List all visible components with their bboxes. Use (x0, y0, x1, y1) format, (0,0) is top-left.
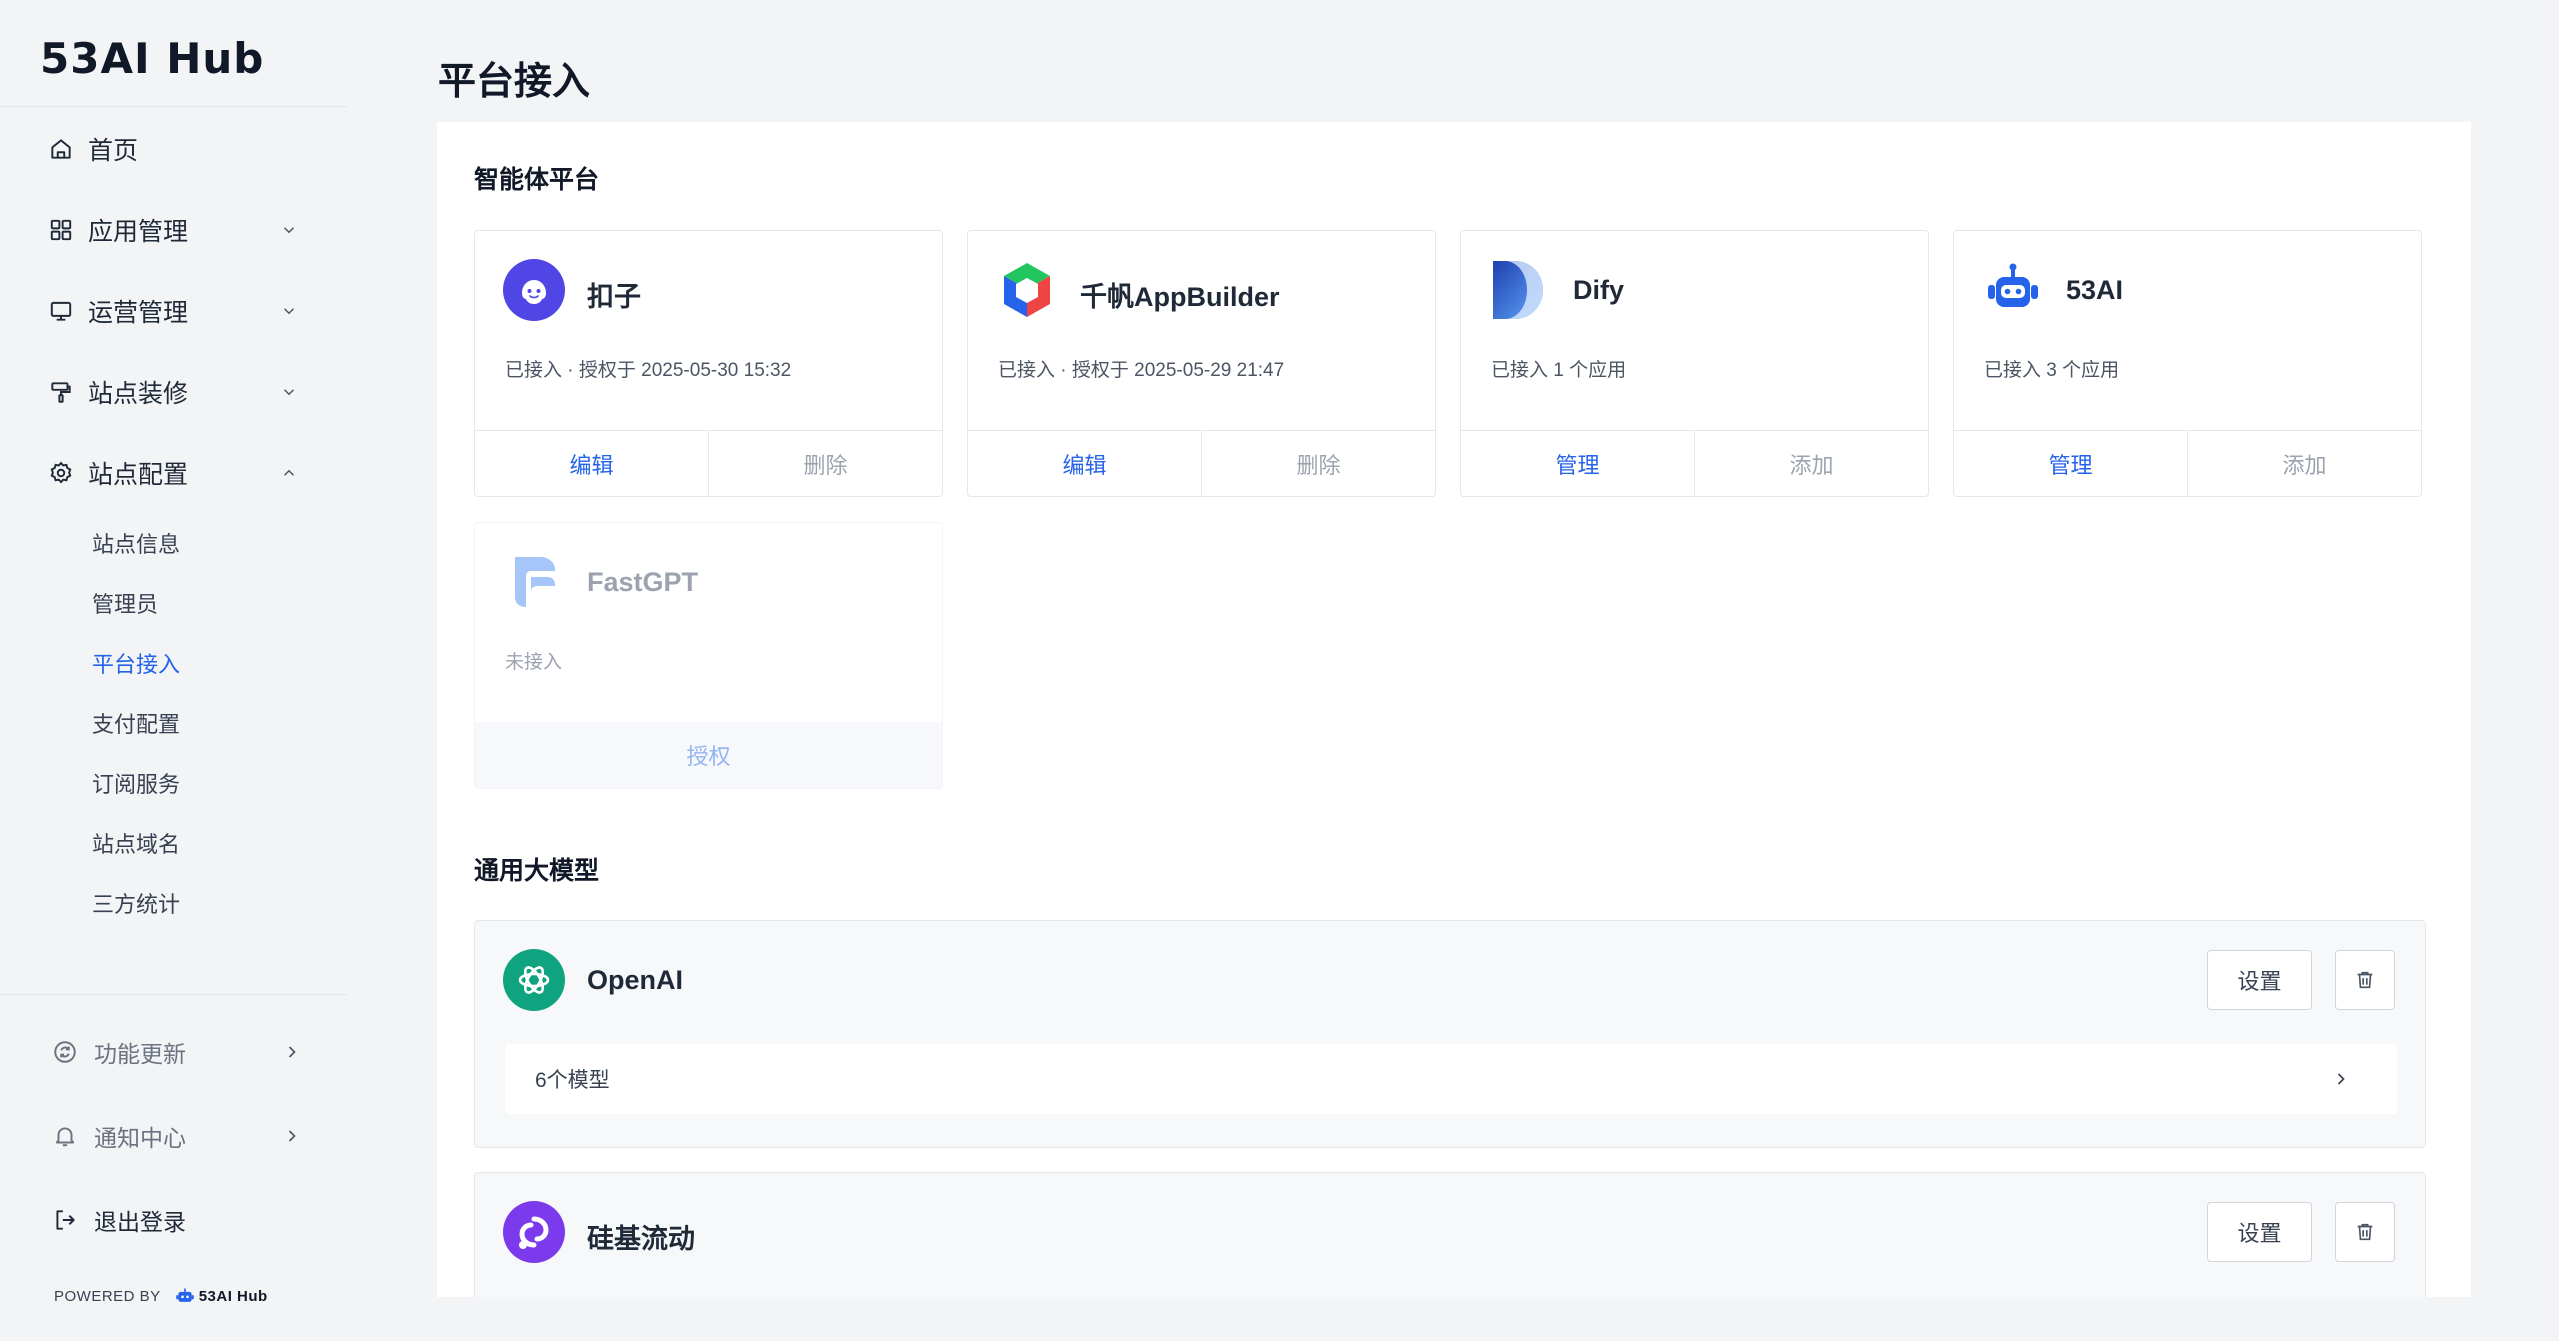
card-actions: 编辑 删除 (475, 430, 942, 496)
authorize-button[interactable]: 授权 (475, 722, 942, 788)
sidebar-item-updates[interactable]: 功能更新 (52, 1027, 302, 1077)
delete-button[interactable] (2335, 950, 2395, 1010)
sidebar-subitem-platform-access[interactable]: 平台接入 (92, 643, 180, 683)
sidebar-item-site-decoration[interactable]: 站点装修 (48, 367, 298, 417)
platform-name: 扣子 (587, 282, 641, 312)
chevron-down-icon (283, 389, 295, 396)
sidebar-item-notifications[interactable]: 通知中心 (52, 1111, 302, 1161)
sidebar: 53AI Hub 首页 应用管理 运营管理 站点装修 站点配置 站点信息 管理员… (0, 0, 348, 1341)
bell-icon (55, 1127, 75, 1147)
brand-logo[interactable]: 53AI Hub (40, 34, 264, 83)
platform-name: 53AI (2066, 275, 2124, 305)
platform-status: 已接入 3 个应用 (1984, 360, 2120, 381)
section-title-general-models: 通用大模型 (474, 857, 600, 885)
dify-logo-icon (1493, 261, 1543, 319)
platform-name: 千帆AppBuilder (1080, 282, 1280, 312)
chevron-down-icon (283, 308, 295, 315)
card-actions: 管理 添加 (1954, 430, 2421, 496)
models-count: 6个模型 (535, 1069, 610, 1092)
platform-card-fastgpt: FastGPT 未接入 授权 (474, 522, 943, 789)
delete-button[interactable]: 删除 (708, 431, 942, 496)
platform-card-coze: 扣子 已接入 · 授权于 2025-05-30 15:32 编辑 删除 (474, 230, 943, 497)
robot-icon (175, 1288, 194, 1302)
sidebar-item-label: 运营管理 (88, 299, 189, 327)
paint-roller-icon (51, 382, 71, 403)
powered-by: POWERED BY 53AI Hub (54, 1286, 268, 1306)
grid-icon (50, 219, 72, 241)
section-title-agent-platforms: 智能体平台 (474, 166, 600, 194)
sidebar-item-label: 通知中心 (94, 1125, 186, 1151)
openai-logo-icon (503, 949, 565, 1011)
sidebar-divider (0, 994, 348, 995)
add-button[interactable]: 添加 (1694, 431, 1928, 496)
update-icon (54, 1041, 76, 1063)
gear-icon (50, 461, 72, 484)
platform-status: 已接入 · 授权于 2025-05-30 15:32 (505, 360, 792, 381)
provider-name: 硅基流动 (587, 1224, 695, 1254)
sidebar-item-label: 应用管理 (88, 218, 189, 246)
robot-logo-icon (1988, 263, 2038, 307)
platform-status: 已接入 1 个应用 (1491, 360, 1627, 381)
delete-button[interactable]: 删除 (1201, 431, 1435, 496)
platform-name: Dify (1573, 275, 1625, 305)
model-provider-siliconflow: 硅基流动 设置 (474, 1172, 2426, 1297)
sidebar-subitem-analytics[interactable]: 三方统计 (92, 883, 180, 923)
main-panel: 智能体平台 扣子 已接入 · 授权于 2025-05-30 15:32 编辑 删… (437, 122, 2471, 1297)
sidebar-subitem-admins[interactable]: 管理员 (92, 583, 158, 623)
chevron-up-icon (283, 469, 295, 476)
logout-button[interactable]: 退出登录 (52, 1195, 302, 1245)
sidebar-item-label: 功能更新 (94, 1041, 186, 1067)
logout-icon (56, 1210, 75, 1230)
chevron-right-icon (2337, 1073, 2345, 1085)
delete-button[interactable] (2335, 1202, 2395, 1262)
sidebar-item-label: 站点装修 (88, 380, 189, 408)
sidebar-item-label: 首页 (88, 137, 139, 165)
trash-icon (2357, 1223, 2373, 1241)
qianfan-logo-icon (1004, 263, 1050, 317)
chevron-right-icon (288, 1046, 296, 1058)
powered-by-logo[interactable]: 53AI Hub (175, 1286, 268, 1306)
settings-button[interactable]: 设置 (2207, 1202, 2312, 1262)
card-actions: 授权 (475, 722, 942, 788)
platform-card-qianfan: 千帆AppBuilder 已接入 · 授权于 2025-05-29 21:47 … (967, 230, 1436, 497)
sidebar-subitem-site-info[interactable]: 站点信息 (92, 523, 180, 563)
logout-label: 退出登录 (94, 1209, 186, 1235)
sidebar-item-app-management[interactable]: 应用管理 (48, 205, 298, 255)
manage-button[interactable]: 管理 (1954, 431, 2187, 496)
platform-status: 未接入 (505, 652, 563, 673)
platform-name: FastGPT (587, 567, 699, 597)
monitor-icon (50, 301, 72, 321)
sidebar-item-home[interactable]: 首页 (48, 124, 298, 174)
siliconflow-logo-icon (503, 1201, 565, 1263)
sidebar-subitem-subscription[interactable]: 订阅服务 (92, 763, 180, 803)
provider-name: OpenAI (587, 965, 684, 995)
edit-button[interactable]: 编辑 (968, 431, 1201, 496)
platform-card-53ai: 53AI 已接入 3 个应用 管理 添加 (1953, 230, 2422, 497)
platform-status: 已接入 · 授权于 2025-05-29 21:47 (998, 360, 1285, 381)
card-actions: 管理 添加 (1461, 430, 1928, 496)
sidebar-item-operations[interactable]: 运营管理 (48, 286, 298, 336)
page-title: 平台接入 (438, 61, 591, 103)
manage-button[interactable]: 管理 (1461, 431, 1694, 496)
chevron-down-icon (283, 227, 295, 234)
powered-by-brand: 53AI Hub (198, 1287, 268, 1305)
model-provider-openai: OpenAI 设置 6个模型 (474, 920, 2426, 1148)
powered-by-text: POWERED BY (54, 1287, 161, 1305)
add-button[interactable]: 添加 (2187, 431, 2421, 496)
sidebar-divider (0, 106, 348, 107)
edit-button[interactable]: 编辑 (475, 431, 708, 496)
fastgpt-logo-icon (515, 557, 555, 607)
sidebar-subitem-domain[interactable]: 站点域名 (92, 823, 180, 863)
trash-icon (2357, 971, 2373, 989)
sidebar-subitem-payment[interactable]: 支付配置 (92, 703, 180, 743)
chevron-right-icon (288, 1130, 296, 1142)
models-expand-row[interactable]: 6个模型 (505, 1044, 2397, 1114)
sidebar-item-site-config[interactable]: 站点配置 (48, 448, 298, 498)
home-icon (51, 139, 71, 159)
coze-logo-icon (503, 259, 565, 321)
sidebar-item-label: 站点配置 (88, 461, 189, 489)
card-actions: 编辑 删除 (968, 430, 1435, 496)
platform-card-dify: Dify 已接入 1 个应用 管理 添加 (1460, 230, 1929, 497)
settings-button[interactable]: 设置 (2207, 950, 2312, 1010)
